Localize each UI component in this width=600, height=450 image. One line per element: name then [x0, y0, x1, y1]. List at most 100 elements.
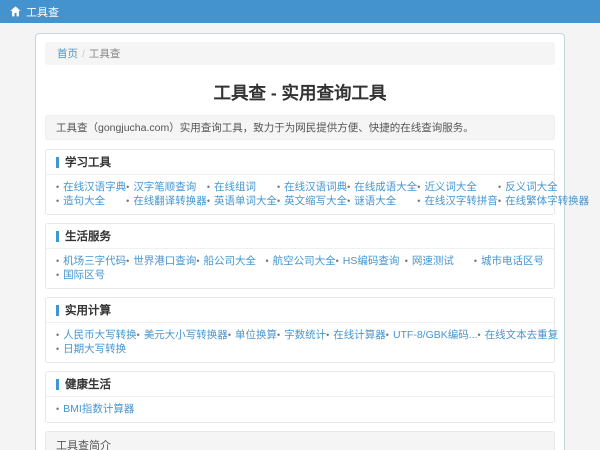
bullet-icon: • — [126, 196, 130, 206]
main-card: 首页 / 工具查 工具查 - 实用查询工具 工具查（gongjucha.com）实用… — [35, 33, 589, 450]
tool-link-item: • 造句大全 — [56, 194, 126, 208]
bullet-icon: • — [56, 182, 60, 192]
tool-link[interactable]: 在线文本去重复 — [485, 329, 559, 341]
about-panel-heading: 工具查简介 — [46, 432, 554, 450]
tool-link[interactable]: 航空公司大全 — [273, 255, 336, 267]
section-panel: 实用计算 • 人民币大写转换 • 美元大小写转换器 • 单位换算 • 字数统计 • 在线计… — [45, 297, 558, 363]
tool-link[interactable]: 在线繁体字转换器 — [505, 195, 589, 207]
tool-link-item: • 人民币大写转换 — [56, 328, 137, 342]
section-title: 实用计算 — [65, 305, 111, 317]
section-accent-bar — [56, 156, 59, 168]
tool-link-item: • 英文缩写大全 — [277, 194, 347, 208]
section-heading: 健康生活 — [46, 372, 554, 397]
about-panel: 工具查简介 查 工具查询网 gongjucha.com 为大家提供汉语字典，汉字… — [45, 431, 555, 450]
section-accent-bar — [56, 304, 59, 316]
tool-link-item: • 国际区号 — [56, 268, 126, 282]
tool-link[interactable]: 人民币大写转换 — [63, 329, 137, 341]
tool-link-item: • 在线成语大全 — [347, 180, 417, 194]
tool-link-item: • HS编码查询 — [336, 254, 405, 268]
tool-link[interactable]: 单位换算 — [235, 329, 277, 341]
bullet-icon: • — [497, 196, 502, 206]
section-title: 健康生活 — [65, 379, 111, 391]
section-link-list: • 在线汉语字典 • 汉字笔顺查询 • 在线组词 • 在线汉语词典 • 在线成语大全 • 近… — [46, 175, 589, 214]
tool-link-item: • 汉字笔顺查询 — [126, 180, 207, 194]
tool-link-item: • 在线汉语词典 — [277, 180, 347, 194]
tool-link[interactable]: 字数统计 — [284, 329, 326, 341]
tool-link[interactable]: 世界港口查询 — [133, 255, 196, 267]
bullet-icon: • — [196, 256, 200, 266]
tool-link-item: • 世界港口查询 — [126, 254, 196, 268]
bullet-icon: • — [206, 196, 210, 206]
top-navbar: 工具查 — [0, 0, 600, 23]
section-panel: 生活服务 • 机场三字代码 • 世界港口查询 • 船公司大全 • 航空公司大全 • HS编… — [45, 223, 555, 289]
tool-link-item: • 美元大小写转换器 — [137, 328, 228, 342]
section-link-list: • BMI指数计算器 — [46, 397, 554, 422]
tool-link[interactable]: 反义词大全 — [505, 181, 558, 193]
section-panel: 健康生活 • BMI指数计算器 — [45, 371, 555, 423]
bullet-icon: • — [276, 330, 281, 340]
tool-link-item: • 城市电话区号 — [474, 254, 544, 268]
tool-link[interactable]: 网速测试 — [412, 255, 454, 267]
breadcrumb-separator: / — [82, 48, 85, 60]
tool-link[interactable]: HS编码查询 — [343, 255, 400, 267]
section-link-list: • 人民币大写转换 • 美元大小写转换器 • 单位换算 • 字数统计 • 在线计算器 • U… — [46, 323, 558, 362]
tool-link[interactable]: 在线汉语词典 — [284, 181, 347, 193]
tool-link-item: • 反义词大全 — [498, 180, 589, 194]
bullet-icon: • — [56, 196, 60, 206]
tool-link-item: • 在线翻译转换器 — [126, 194, 207, 208]
tool-link-item: • 在线计算器 — [326, 328, 386, 342]
bullet-icon: • — [56, 344, 60, 354]
section-accent-bar — [56, 230, 59, 242]
bullet-icon: • — [206, 182, 210, 192]
navbar-brand[interactable]: 工具查 — [10, 4, 59, 20]
tool-link[interactable]: 在线成语大全 — [354, 181, 417, 193]
tool-link-item: • 航空公司大全 — [265, 254, 335, 268]
bullet-icon: • — [417, 196, 421, 206]
tool-link[interactable]: 在线汉语字典 — [63, 181, 126, 193]
tool-link-item: • 网速测试 — [405, 254, 474, 268]
bullet-icon: • — [56, 270, 60, 280]
bullet-icon: • — [56, 330, 60, 340]
bullet-icon: • — [56, 404, 60, 414]
section-title: 生活服务 — [65, 231, 111, 243]
tool-link[interactable]: BMI指数计算器 — [63, 403, 134, 415]
tool-link[interactable]: 英文缩写大全 — [284, 195, 347, 207]
tool-link[interactable]: 日期大写转换 — [63, 343, 126, 355]
tool-link[interactable]: 在线翻译转换器 — [133, 195, 207, 207]
tool-link-item: • 单位换算 — [228, 328, 277, 342]
tool-link[interactable]: 谜语大全 — [354, 195, 396, 207]
tool-link[interactable]: 在线组词 — [214, 181, 256, 193]
bullet-icon: • — [326, 330, 330, 340]
section-panel: 学习工具 • 在线汉语字典 • 汉字笔顺查询 • 在线组词 • 在线汉语词典 • 在线成语… — [45, 149, 589, 215]
tool-link[interactable]: 造句大全 — [63, 195, 105, 207]
bullet-icon: • — [227, 330, 231, 340]
tool-link[interactable]: UTF-8/GBK编码... — [393, 329, 478, 341]
tool-link-item: • 谜语大全 — [347, 194, 417, 208]
intro-box: 工具查（gongjucha.com）实用查询工具，致力于为网民提供方便、快捷的在… — [45, 115, 555, 140]
tool-link-item: • 近义词大全 — [417, 180, 498, 194]
tool-link[interactable]: 在线汉字转拼音 — [424, 195, 498, 207]
bullet-icon: • — [276, 196, 281, 206]
tool-link[interactable]: 美元大小写转换器 — [144, 329, 228, 341]
tool-link[interactable]: 船公司大全 — [203, 255, 256, 267]
tool-link[interactable]: 汉字笔顺查询 — [133, 181, 196, 193]
bullet-icon: • — [473, 256, 477, 266]
section-heading: 学习工具 — [46, 150, 554, 175]
tool-link[interactable]: 机场三字代码 — [63, 255, 126, 267]
tool-link[interactable]: 国际区号 — [63, 269, 105, 281]
tool-link[interactable]: 城市电话区号 — [481, 255, 544, 267]
page-title: 工具查 - 实用查询工具 — [213, 83, 387, 103]
tool-link[interactable]: 近义词大全 — [424, 181, 477, 193]
bullet-icon: • — [477, 330, 481, 340]
tool-link-item: • 字数统计 — [277, 328, 326, 342]
home-icon — [10, 6, 21, 17]
tool-link[interactable]: 英语单词大全 — [214, 195, 277, 207]
brand-label: 工具查 — [26, 6, 59, 19]
breadcrumb-home-link[interactable]: 首页 — [57, 48, 78, 60]
tool-link-item: • 在线汉字转拼音 — [417, 194, 498, 208]
tool-link-item: • 日期大写转换 — [56, 342, 137, 356]
tool-link-item: • 在线文本去重复 — [478, 328, 559, 342]
tool-link[interactable]: 在线计算器 — [333, 329, 386, 341]
bullet-icon: • — [347, 182, 351, 192]
tool-link-item: • BMI指数计算器 — [56, 402, 134, 416]
